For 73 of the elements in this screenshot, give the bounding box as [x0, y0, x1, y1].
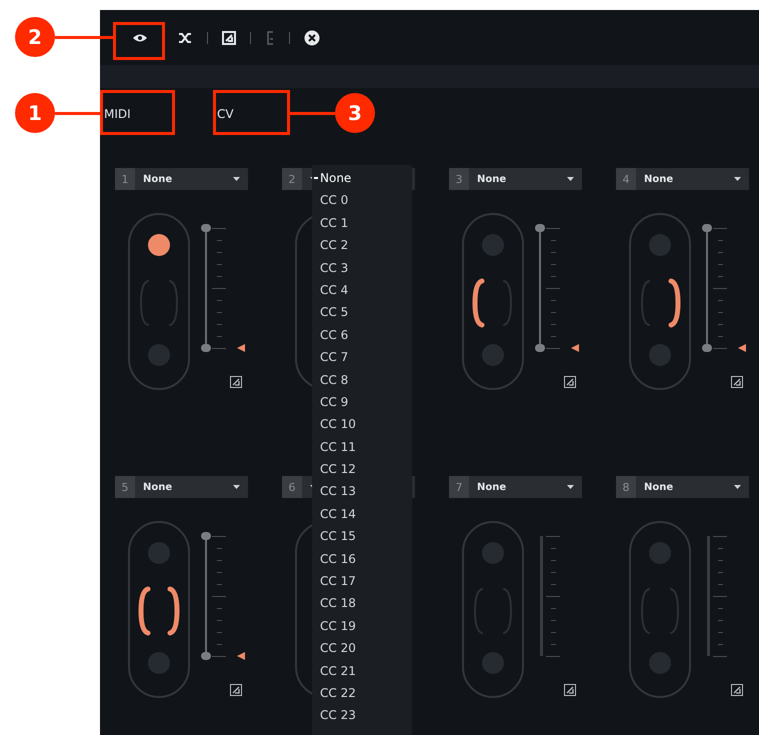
menu-item[interactable]: CC 23: [312, 704, 412, 727]
pad-circle: [482, 344, 504, 366]
caret-icon: [567, 485, 574, 489]
caret-icon: [734, 485, 741, 489]
pad-circle: [649, 652, 671, 674]
menu-item[interactable]: CC 20: [312, 637, 412, 660]
slot-number: 1: [115, 168, 135, 190]
menu-item[interactable]: CC 14: [312, 502, 412, 526]
menu-item[interactable]: CC 16: [312, 548, 412, 570]
menu-item[interactable]: CC 17: [312, 570, 412, 592]
pad-circle: [148, 652, 170, 674]
menu-item[interactable]: CC 8: [312, 368, 412, 391]
slot-number: 6: [282, 476, 302, 498]
caret-icon: [233, 485, 240, 489]
menu-item[interactable]: CC 7: [312, 346, 412, 369]
cc-select[interactable]: None: [469, 168, 582, 190]
menu-item[interactable]: CC 0: [312, 189, 412, 212]
caret-icon: [734, 177, 741, 181]
menu-item[interactable]: CC 18: [312, 592, 412, 615]
cc-select[interactable]: None: [636, 168, 749, 190]
cc-select[interactable]: None: [135, 476, 248, 498]
slot-number: 4: [616, 168, 636, 190]
menu-item[interactable]: CC 22: [312, 682, 412, 704]
callout-badge: 1: [15, 93, 55, 133]
menu-item[interactable]: CC 1: [312, 212, 412, 234]
cc-select[interactable]: None: [135, 168, 248, 190]
menu-item[interactable]: CC 9: [312, 390, 412, 414]
menu-item[interactable]: CC 4: [312, 278, 412, 302]
menu-item[interactable]: CC 11: [312, 436, 412, 458]
callout-badge: 2: [15, 17, 55, 57]
slot-number: 5: [115, 476, 135, 498]
link-icon[interactable]: [564, 376, 576, 388]
menu-item[interactable]: CC 10: [312, 413, 412, 436]
menu-item[interactable]: CC 2: [312, 234, 412, 257]
cc-select[interactable]: None: [636, 476, 749, 498]
slot-number: 8: [616, 476, 636, 498]
tab[interactable]: CV: [217, 107, 234, 121]
menu-item[interactable]: CC 21: [312, 660, 412, 682]
slot-number: 2: [282, 168, 302, 190]
menu-item[interactable]: CC 5: [312, 301, 412, 324]
pad-circle: [649, 344, 671, 366]
menu-item[interactable]: CC 19: [312, 614, 412, 638]
link-icon[interactable]: [731, 684, 743, 696]
link-icon[interactable]: [564, 684, 576, 696]
shuffle-icon[interactable]: [178, 32, 193, 44]
caret-icon: [567, 177, 574, 181]
leader-line: [290, 112, 335, 114]
menu-item[interactable]: CC 3: [312, 256, 412, 279]
slot-number: 3: [449, 168, 469, 190]
callout-frame: [113, 22, 165, 60]
menu-item[interactable]: None: [312, 167, 412, 190]
link-icon[interactable]: [731, 376, 743, 388]
close-icon[interactable]: [304, 30, 320, 46]
xy-pad[interactable]: [462, 213, 524, 390]
caret-icon: [233, 177, 240, 181]
eye-icon[interactable]: [132, 32, 148, 42]
menu-item[interactable]: CC 12: [312, 458, 412, 480]
xy-pad[interactable]: [629, 213, 691, 390]
xy-pad[interactable]: [128, 521, 190, 698]
link-icon[interactable]: [230, 376, 242, 388]
slot-number: 7: [449, 476, 469, 498]
tab[interactable]: MIDI: [104, 107, 217, 121]
link-icon[interactable]: [230, 684, 242, 696]
resize-icon[interactable]: [222, 30, 236, 44]
menu-item[interactable]: CC 6: [312, 324, 412, 346]
menu-item[interactable]: CC 13: [312, 480, 412, 503]
leader-line: [55, 112, 100, 114]
pad-circle: [482, 652, 504, 674]
leader-line: [55, 36, 113, 38]
menu-item[interactable]: CC 15: [312, 525, 412, 548]
cc-select[interactable]: None: [469, 476, 582, 498]
xy-pad[interactable]: [128, 213, 190, 390]
pad-circle: [148, 344, 170, 366]
